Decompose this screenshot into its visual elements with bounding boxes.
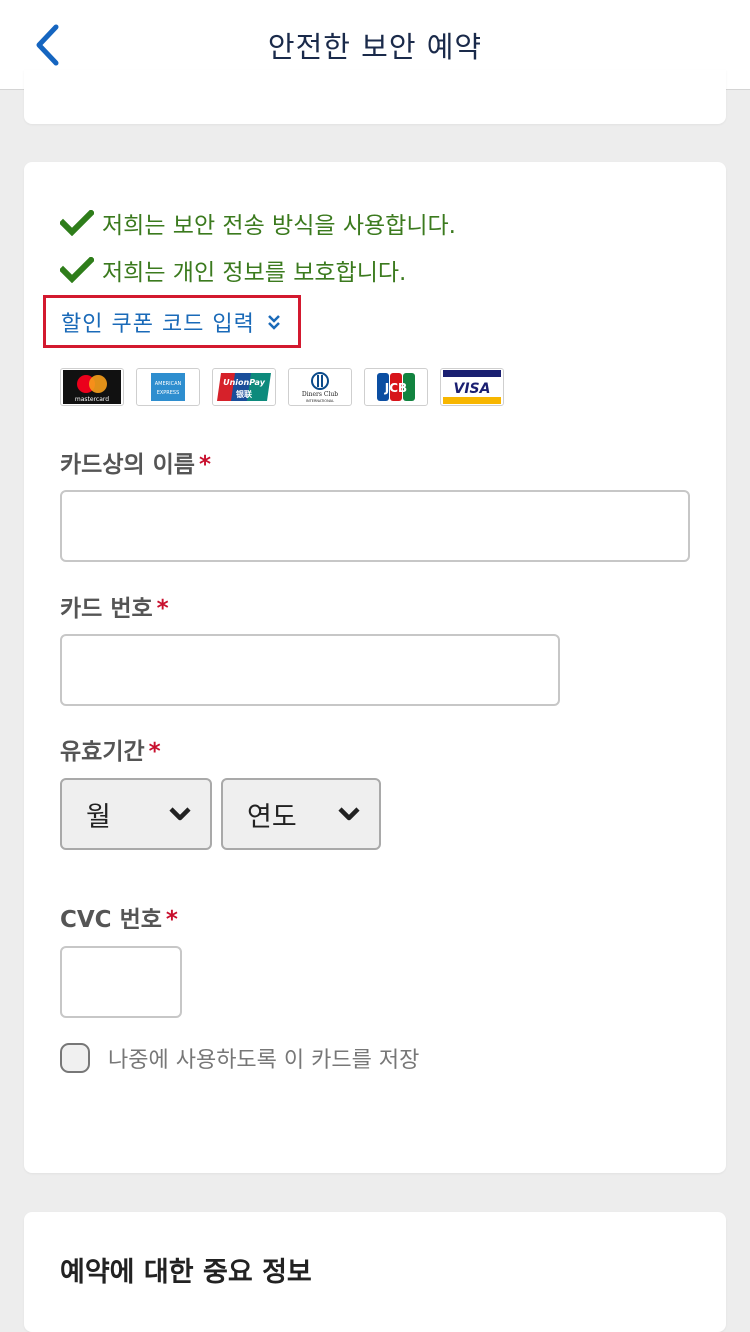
save-card-option[interactable]: 나중에 사용하도록 이 카드를 저장 (60, 1042, 419, 1074)
svg-text:mastercard: mastercard (75, 396, 109, 403)
cardholder-name-input[interactable] (60, 490, 690, 562)
svg-text:JCB: JCB (384, 381, 407, 395)
chevron-down-icon (337, 806, 361, 826)
expiry-month-value: 월 (86, 801, 111, 833)
required-asterisk: * (198, 452, 211, 478)
mastercard-logo: mastercard (60, 368, 124, 406)
svg-text:AMERICAN: AMERICAN (155, 381, 182, 387)
important-info-card: 예약에 대한 중요 정보 (24, 1212, 726, 1332)
card-number-input[interactable] (60, 634, 560, 706)
required-asterisk: * (165, 907, 178, 933)
svg-text:EXPRESS: EXPRESS (157, 390, 180, 396)
svg-text:INTERNATIONAL: INTERNATIONAL (306, 399, 334, 403)
svg-text:银联: 银联 (235, 389, 252, 399)
svg-text:UnionPay: UnionPay (223, 378, 266, 387)
chevron-down-icon (168, 806, 192, 826)
svg-text:VISA: VISA (454, 381, 491, 397)
expiry-month-select[interactable]: 월 (60, 778, 212, 850)
visa-logo: VISA (440, 368, 504, 406)
diners-club-logo: Diners Club INTERNATIONAL (288, 368, 352, 406)
card-number-label: 카드 번호 * (60, 596, 169, 622)
previous-section-card (24, 70, 726, 124)
expiry-year-select[interactable]: 연도 (221, 778, 381, 850)
save-card-checkbox[interactable] (60, 1043, 90, 1073)
cardholder-name-label: 카드상의 이름 * (60, 452, 211, 478)
payment-form-card: 저희는 보안 전송 방식을 사용합니다. 저희는 개인 정보를 보호합니다. 할… (24, 162, 726, 1173)
cvc-label: CVC 번호 * (60, 907, 178, 933)
required-asterisk: * (156, 596, 169, 622)
unionpay-logo: UnionPay 银联 (212, 368, 276, 406)
secure-transfer-notice: 저희는 보안 전송 방식을 사용합니다. (60, 206, 456, 240)
expiry-year-value: 연도 (247, 801, 297, 833)
checkmark-icon (60, 210, 94, 236)
required-asterisk: * (148, 739, 161, 765)
cvc-input[interactable] (60, 946, 182, 1018)
privacy-text: 저희는 개인 정보를 보호합니다. (102, 260, 407, 286)
jcb-logo: JCB (364, 368, 428, 406)
double-chevron-down-icon (267, 314, 281, 330)
save-card-label: 나중에 사용하도록 이 카드를 저장 (108, 1048, 420, 1073)
coupon-code-toggle[interactable]: 할인 쿠폰 코드 입력 (43, 295, 301, 348)
amex-logo: AMERICAN EXPRESS (136, 368, 200, 406)
secure-transfer-text: 저희는 보안 전송 방식을 사용합니다. (102, 213, 456, 239)
expiry-label: 유효기간 * (60, 739, 161, 765)
svg-text:Diners Club: Diners Club (302, 391, 338, 398)
checkmark-icon (60, 257, 94, 283)
coupon-code-label: 할인 쿠폰 코드 입력 (61, 311, 255, 337)
accepted-cards: mastercard AMERICAN EXPRESS UnionPay 银联 (60, 368, 504, 406)
privacy-notice: 저희는 개인 정보를 보호합니다. (60, 253, 406, 287)
important-info-title: 예약에 대한 중요 정보 (60, 1257, 312, 1288)
